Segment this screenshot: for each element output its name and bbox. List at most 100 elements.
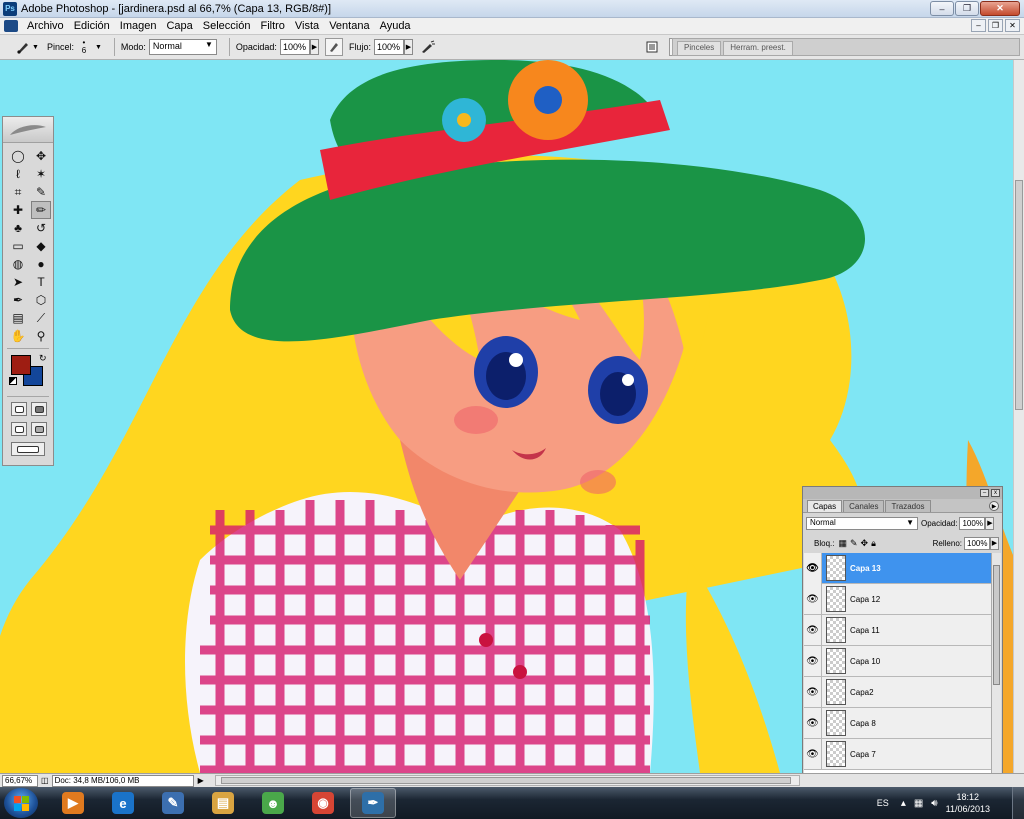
visibility-eye-icon[interactable]: 👁︎ bbox=[804, 707, 822, 739]
toolbox-header[interactable] bbox=[3, 117, 53, 143]
menu-edicion[interactable]: Edición bbox=[69, 20, 115, 32]
opacity-input[interactable]: 100% bbox=[279, 39, 310, 55]
eraser-tool-icon[interactable]: ▭ bbox=[8, 237, 28, 255]
blend-mode-select[interactable]: Normal ▼ bbox=[806, 516, 918, 530]
lock-all-icon[interactable]: 🔒︎ bbox=[871, 538, 876, 549]
brushes-palette-toggle[interactable] bbox=[643, 38, 661, 56]
visibility-eye-icon[interactable]: 👁︎ bbox=[804, 676, 822, 708]
menu-seleccion[interactable]: Selección bbox=[198, 20, 256, 32]
history-brush-tool-icon[interactable]: ↺ bbox=[31, 219, 51, 237]
menu-capa[interactable]: Capa bbox=[161, 20, 197, 32]
lock-position-icon[interactable]: ✥ bbox=[861, 538, 869, 549]
language-indicator[interactable]: ES bbox=[877, 798, 889, 808]
tab-capas[interactable]: Capas bbox=[807, 500, 843, 512]
panel-close-button[interactable]: x bbox=[991, 489, 1000, 497]
brush-tool-icon[interactable]: ✏ bbox=[31, 201, 51, 219]
doc-minimize-button[interactable]: – bbox=[971, 19, 986, 32]
tab-trazados[interactable]: Trazados bbox=[885, 500, 931, 512]
hand-tool-icon[interactable]: ✋ bbox=[8, 327, 28, 345]
jump-to-imageready-button[interactable] bbox=[11, 442, 45, 456]
flow-slider-arrow-icon[interactable]: ▶ bbox=[403, 39, 413, 55]
taskbar-app-button[interactable]: ▶ bbox=[50, 788, 96, 818]
chevron-down-icon[interactable]: ▼ bbox=[32, 44, 39, 51]
taskbar-app-button[interactable]: ☻ bbox=[250, 788, 296, 818]
scroll-thumb[interactable] bbox=[1015, 180, 1023, 410]
visibility-eye-icon[interactable]: 👁︎ bbox=[804, 645, 822, 677]
status-menu-arrow-icon[interactable]: ▶ bbox=[198, 776, 204, 785]
visibility-eye-icon[interactable]: 👁︎ bbox=[804, 583, 822, 615]
foreground-color-swatch[interactable] bbox=[11, 355, 31, 375]
tool-preset-picker[interactable] bbox=[14, 38, 32, 56]
layer-row[interactable]: 👁︎ Capa 8 bbox=[804, 707, 992, 739]
pen-tool-icon[interactable]: ✒ bbox=[8, 291, 28, 309]
menu-archivo[interactable]: Archivo bbox=[22, 20, 69, 32]
notes-tool-icon[interactable]: ▤ bbox=[8, 309, 28, 327]
brush-dropdown-arrow-icon[interactable]: ▼ bbox=[95, 44, 102, 51]
document-icon[interactable] bbox=[4, 20, 18, 32]
doc-restore-button[interactable]: ❐ bbox=[988, 19, 1003, 32]
maximize-button[interactable]: ❐ bbox=[955, 1, 979, 16]
layers-scrollbar[interactable] bbox=[991, 553, 1001, 773]
layer-row[interactable]: 👁︎ Capa 7 bbox=[804, 738, 992, 770]
taskbar-app-button[interactable]: ◉ bbox=[300, 788, 346, 818]
default-colors-icon[interactable] bbox=[9, 377, 17, 385]
paint-bucket-tool-icon[interactable]: ◆ bbox=[31, 237, 51, 255]
panel-menu-button[interactable]: ▶ bbox=[989, 501, 999, 511]
action-center-icon[interactable]: ▴ bbox=[901, 798, 906, 809]
taskbar-app-button[interactable]: ▤ bbox=[200, 788, 246, 818]
clone-stamp-tool-icon[interactable]: ♣ bbox=[8, 219, 28, 237]
zoom-field[interactable]: 66,67% bbox=[2, 774, 38, 787]
move-tool-icon[interactable]: ✥ bbox=[31, 147, 51, 165]
minimize-button[interactable]: – bbox=[930, 1, 954, 16]
well-tab-herram-preest[interactable]: Herram. preest. bbox=[723, 41, 793, 55]
close-button[interactable]: ✕ bbox=[980, 1, 1020, 16]
magic-wand-tool-icon[interactable]: ✶ bbox=[31, 165, 51, 183]
visibility-eye-icon[interactable]: 👁︎ bbox=[804, 614, 822, 646]
network-icon[interactable]: ▦ bbox=[914, 798, 923, 809]
airbrush-button[interactable] bbox=[419, 38, 437, 56]
start-button[interactable] bbox=[4, 788, 38, 818]
canvas-horizontal-scrollbar[interactable] bbox=[215, 775, 800, 786]
shape-tool-icon[interactable]: ⬡ bbox=[31, 291, 51, 309]
layer-row[interactable]: 👁︎ Capa 12 bbox=[804, 583, 992, 615]
mode-select[interactable]: Normal ▼ bbox=[148, 39, 217, 55]
layer-row[interactable]: 👁︎ Capa 13 bbox=[804, 553, 992, 584]
panel-minimize-button[interactable]: – bbox=[980, 489, 989, 497]
layer-row[interactable]: 👁︎ Capa2 bbox=[804, 676, 992, 708]
layer-opacity-arrow-icon[interactable]: ▶ bbox=[985, 516, 995, 530]
quick-mask-button[interactable] bbox=[31, 402, 47, 416]
screen-mode-full-button[interactable] bbox=[31, 422, 47, 436]
standard-mode-button[interactable] bbox=[11, 402, 27, 416]
visibility-eye-icon[interactable]: 👁︎ bbox=[804, 738, 822, 770]
blur-tool-icon[interactable]: ◍ bbox=[8, 255, 28, 273]
navigator-icon[interactable]: ◫ bbox=[41, 776, 49, 785]
taskbar-app-button[interactable]: e bbox=[100, 788, 146, 818]
scroll-thumb[interactable] bbox=[993, 565, 1000, 685]
zoom-tool-icon[interactable]: ⚲ bbox=[31, 327, 51, 345]
swap-colors-icon[interactable]: ↻ bbox=[39, 353, 47, 364]
clock[interactable]: 18:12 11/06/2013 bbox=[946, 791, 990, 815]
layer-row[interactable]: 👁︎ Capa 10 bbox=[804, 645, 992, 677]
volume-icon[interactable]: 🔊︎ bbox=[931, 798, 937, 809]
flow-input[interactable]: 100% bbox=[373, 39, 404, 55]
menu-ayuda[interactable]: Ayuda bbox=[375, 20, 416, 32]
menu-filtro[interactable]: Filtro bbox=[255, 20, 289, 32]
show-desktop-button[interactable] bbox=[1012, 787, 1024, 819]
slice-tool-icon[interactable]: ✎ bbox=[31, 183, 51, 201]
lock-pixels-icon[interactable]: ✎ bbox=[850, 538, 858, 549]
layer-row[interactable]: 👁︎ Capa 11 bbox=[804, 614, 992, 646]
type-tool-icon[interactable]: T bbox=[31, 273, 51, 291]
brush-size-picker[interactable]: • 6 bbox=[77, 39, 91, 55]
eyedropper-tool-icon[interactable]: ⟋ bbox=[31, 309, 51, 327]
menu-ventana[interactable]: Ventana bbox=[324, 20, 374, 32]
screen-mode-standard-button[interactable] bbox=[11, 422, 27, 436]
doc-close-button[interactable]: ✕ bbox=[1005, 19, 1020, 32]
tab-canales[interactable]: Canales bbox=[843, 500, 885, 512]
path-selection-tool-icon[interactable]: ➤ bbox=[8, 273, 28, 291]
fill-arrow-icon[interactable]: ▶ bbox=[990, 536, 999, 550]
taskbar-app-button[interactable]: ✒ bbox=[350, 788, 396, 818]
healing-brush-tool-icon[interactable]: ✚ bbox=[8, 201, 28, 219]
marquee-tool-icon[interactable]: ◯ bbox=[8, 147, 28, 165]
crop-tool-icon[interactable]: ⌗ bbox=[8, 183, 28, 201]
menu-vista[interactable]: Vista bbox=[290, 20, 324, 32]
